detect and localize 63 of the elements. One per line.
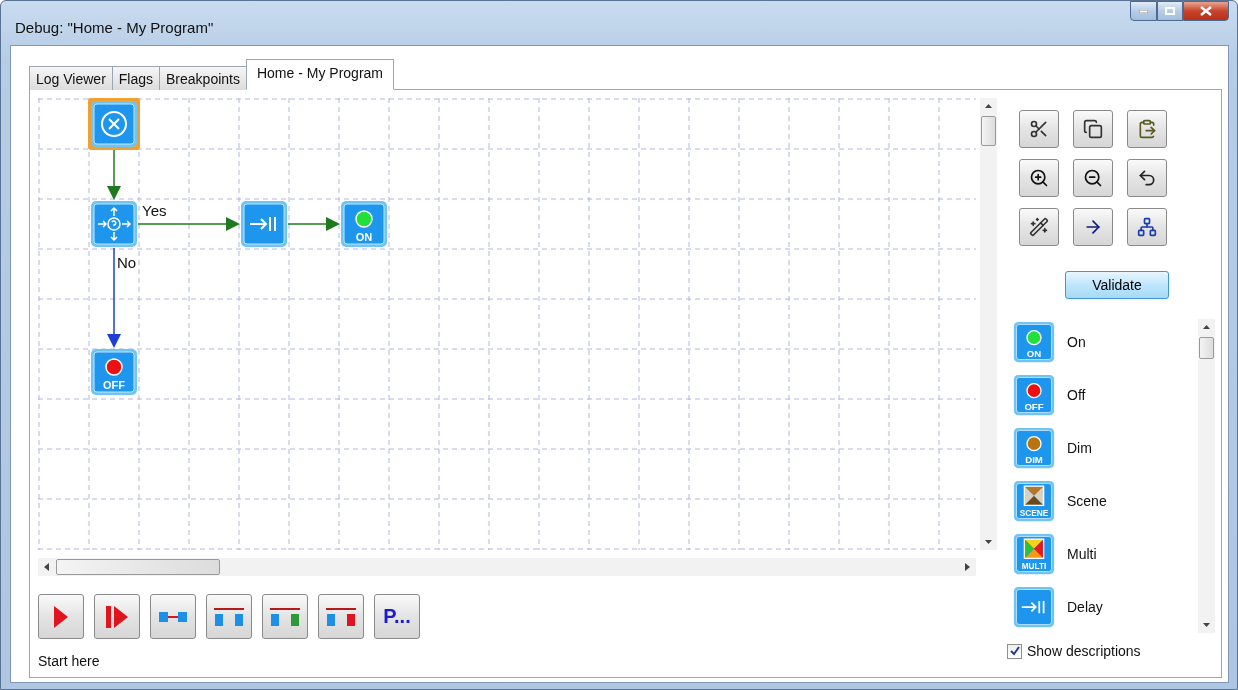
toolbar-button[interactable] [1127,208,1167,246]
toolbar-button[interactable] [1127,110,1167,148]
split-blocks-icon [326,607,356,626]
connector-arrow [287,217,340,231]
validate-button[interactable]: Validate [1065,271,1169,299]
toolbar-button[interactable] [1019,110,1059,148]
toolbar-button[interactable] [1019,159,1059,197]
split-blocks-icon [214,607,244,626]
palette-block-icon[interactable] [1013,586,1055,628]
hierarchy-icon [1137,217,1157,237]
flow-node[interactable] [91,201,137,247]
copy-icon [1083,119,1103,139]
play-icon [54,605,68,628]
maximize-button[interactable] [1157,1,1183,21]
zoom-out-icon [1083,168,1103,188]
close-icon [1200,6,1212,16]
minimize-button[interactable] [1130,1,1157,21]
branch-label: No [117,254,137,271]
tab[interactable]: Breakpoints [159,66,247,90]
window-title: Debug: "Home - My Program" [15,19,214,36]
horizontal-scrollbar[interactable] [38,558,976,576]
linked-blocks-icon [159,611,187,622]
scroll-thumb[interactable] [1199,337,1214,359]
scroll-thumb[interactable] [981,116,996,146]
palette-label[interactable]: Dim [1067,440,1092,456]
toolbar-button[interactable] [1019,208,1059,246]
flow-canvas[interactable]: Yes No ON OFF [38,98,976,550]
status-text: Start here [38,653,101,669]
flow-node[interactable] [241,201,287,247]
palette-label[interactable]: Off [1067,387,1086,403]
tab[interactable]: Log Viewer [29,66,113,90]
scroll-thumb[interactable] [56,559,220,575]
toolbar-button[interactable] [262,594,308,639]
toolbar-button[interactable] [206,594,252,639]
scissors-icon [1029,119,1049,139]
tab[interactable]: Home - My Program [245,59,394,90]
palette-label[interactable]: Delay [1067,599,1103,615]
checkbox-label[interactable]: Show descriptions [1027,643,1141,659]
toolbar-button[interactable] [1073,159,1113,197]
minimize-icon [1139,9,1148,13]
palette-label[interactable]: Multi [1067,546,1097,562]
close-button[interactable] [1183,1,1229,21]
flow-node[interactable] [88,98,140,150]
connector-arrow [107,147,121,200]
program-button[interactable]: P... [374,594,420,639]
undo-icon [1137,168,1157,188]
maximize-icon [1165,7,1175,15]
toolbar-button[interactable] [1073,208,1113,246]
vertical-scrollbar[interactable] [980,98,997,550]
tab[interactable]: Flags [111,66,161,90]
checkbox[interactable] [1007,643,1022,659]
toolbar-button[interactable] [1073,110,1113,148]
toolbar-button[interactable] [1127,159,1167,197]
palette-label[interactable]: Scene [1067,493,1107,509]
branch-label: Yes [142,202,167,219]
step-icon [106,605,128,628]
palette-label[interactable]: On [1067,334,1086,350]
toolbar-button[interactable] [318,594,364,639]
split-blocks-icon [270,607,300,626]
zoom-in-icon [1029,168,1049,188]
clipboard-icon [1137,119,1157,139]
magic-wand-icon [1029,217,1049,237]
vertical-scrollbar[interactable] [1198,319,1215,633]
